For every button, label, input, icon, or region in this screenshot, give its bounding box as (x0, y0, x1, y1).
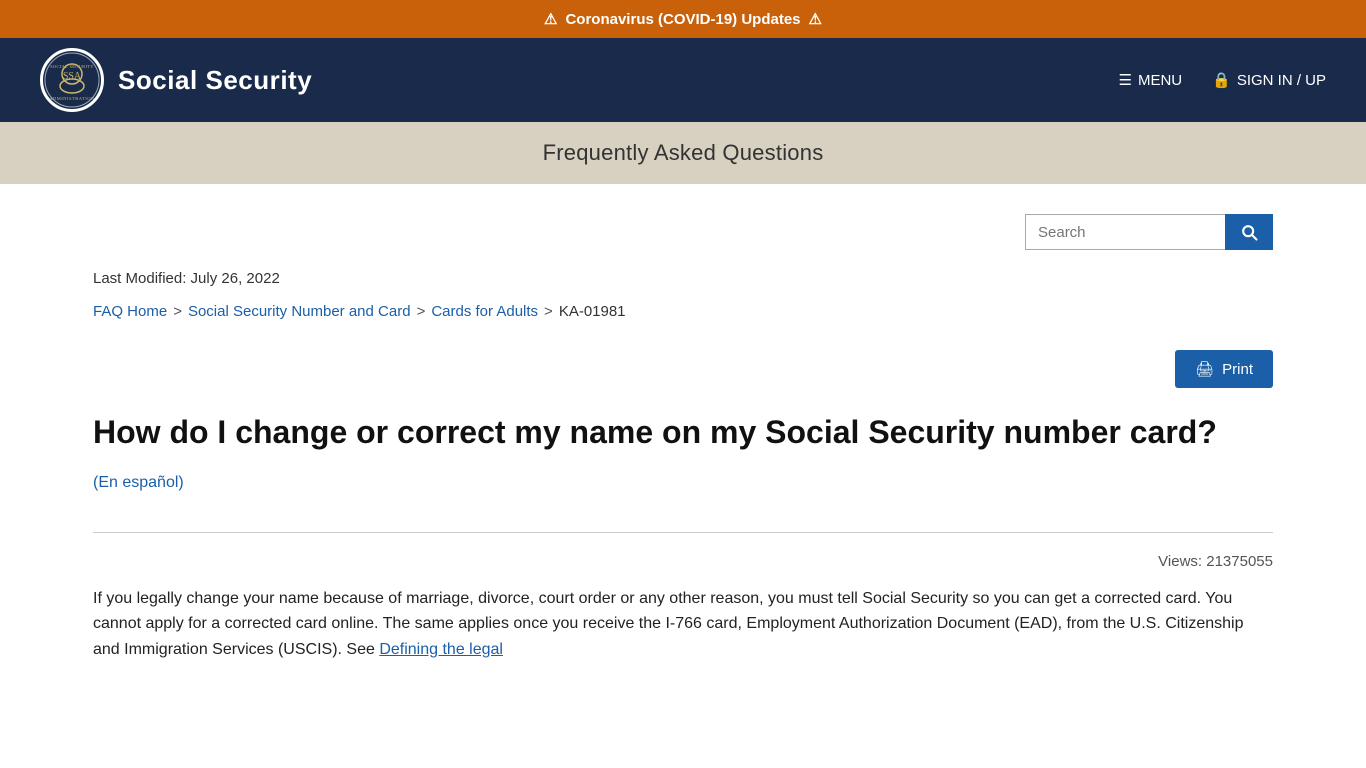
article-title: How do I change or correct my name on my… (93, 412, 1273, 454)
views-count: 21375055 (1206, 553, 1273, 570)
views-label: Views: (1158, 553, 1202, 570)
main-content: Last Modified: July 26, 2022 FAQ Home > … (53, 184, 1313, 702)
svg-text:ADMINISTRATION: ADMINISTRATION (49, 96, 95, 101)
subtitle-title: Frequently Asked Questions (543, 140, 824, 165)
svg-text:SSA: SSA (63, 71, 82, 82)
spanish-link[interactable]: (En español) (93, 474, 184, 492)
site-header: SSA ADMINISTRATION SOCIAL SECURITY Socia… (0, 38, 1366, 122)
print-row: 🖨 Print (93, 350, 1273, 388)
search-icon (1239, 222, 1259, 242)
subtitle-bar: Frequently Asked Questions (0, 122, 1366, 184)
svg-text:SOCIAL SECURITY: SOCIAL SECURITY (50, 64, 94, 69)
breadcrumb-faq-home[interactable]: FAQ Home (93, 303, 167, 320)
alert-text: Coronavirus (COVID-19) Updates (565, 11, 800, 28)
search-button[interactable] (1225, 214, 1273, 250)
site-logo: SSA ADMINISTRATION SOCIAL SECURITY (40, 48, 104, 112)
alert-icon-left: ⚠ (544, 10, 557, 28)
article-body-text: If you legally change your name because … (93, 590, 1244, 658)
article-body-paragraph: If you legally change your name because … (93, 586, 1273, 663)
print-button[interactable]: 🖨 Print (1175, 350, 1273, 388)
breadcrumb-current: KA-01981 (559, 303, 626, 320)
last-modified: Last Modified: July 26, 2022 (93, 270, 1273, 287)
signin-button[interactable]: 🔒 SIGN IN / UP (1212, 71, 1326, 89)
menu-button[interactable]: ☰ MENU (1119, 71, 1183, 89)
breadcrumb-sep-1: > (173, 303, 182, 320)
logo-area: SSA ADMINISTRATION SOCIAL SECURITY Socia… (40, 48, 312, 112)
site-title: Social Security (118, 65, 312, 96)
header-nav: ☰ MENU 🔒 SIGN IN / UP (1119, 71, 1327, 89)
menu-icon: ☰ (1119, 71, 1132, 89)
lock-icon: 🔒 (1212, 71, 1231, 89)
breadcrumb-sep-2: > (417, 303, 426, 320)
article-body-link[interactable]: Defining the legal (379, 641, 503, 658)
breadcrumb-cards-adults[interactable]: Cards for Adults (431, 303, 538, 320)
content-divider (93, 532, 1273, 533)
search-form (1025, 214, 1273, 250)
signin-label: SIGN IN / UP (1237, 72, 1326, 89)
search-row (93, 214, 1273, 250)
search-input[interactable] (1025, 214, 1225, 250)
views-row: Views: 21375055 (93, 553, 1273, 570)
print-label: Print (1222, 361, 1253, 378)
breadcrumb-sep-3: > (544, 303, 553, 320)
alert-icon-right: ⚠ (809, 10, 822, 28)
article-body: If you legally change your name because … (93, 586, 1273, 663)
alert-banner: ⚠ Coronavirus (COVID-19) Updates ⚠ (0, 0, 1366, 38)
menu-label: MENU (1138, 72, 1182, 89)
print-icon: 🖨 (1195, 360, 1214, 378)
breadcrumb-ssn-card[interactable]: Social Security Number and Card (188, 303, 411, 320)
breadcrumb: FAQ Home > Social Security Number and Ca… (93, 303, 1273, 320)
